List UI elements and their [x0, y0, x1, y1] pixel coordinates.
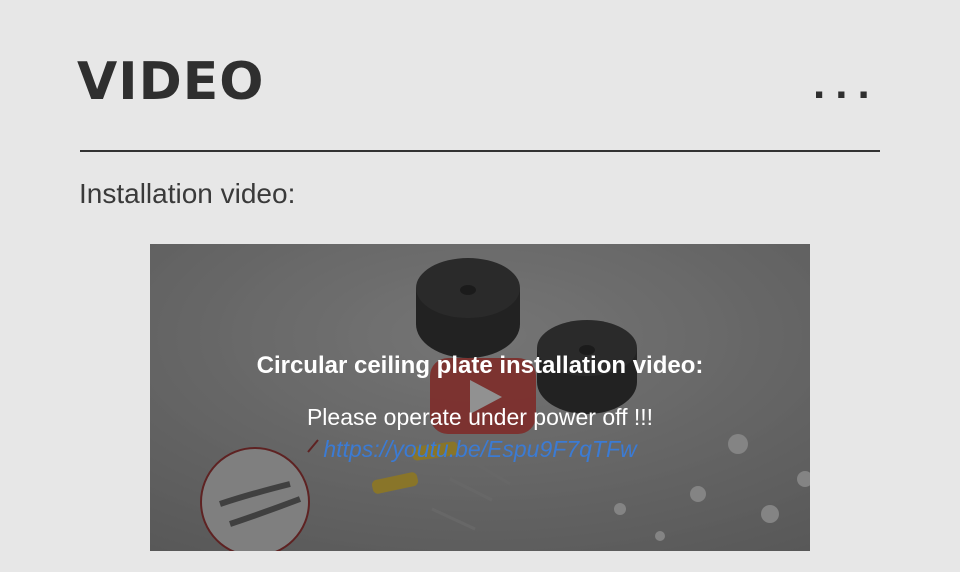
video-overlay — [150, 244, 810, 551]
video-player[interactable]: Circular ceiling plate installation vide… — [150, 244, 810, 551]
power-off-warning: Please operate under power off !!! — [306, 404, 654, 430]
page-title: VIDEO — [77, 52, 265, 112]
video-title: Circular ceiling plate installation vide… — [256, 352, 704, 379]
more-menu-button[interactable]: ... — [813, 62, 880, 106]
title-divider — [80, 150, 880, 152]
video-link[interactable]: https://youtu.be/Espu9F7qTFw — [150, 434, 810, 464]
section-label: Installation video: — [79, 178, 296, 209]
